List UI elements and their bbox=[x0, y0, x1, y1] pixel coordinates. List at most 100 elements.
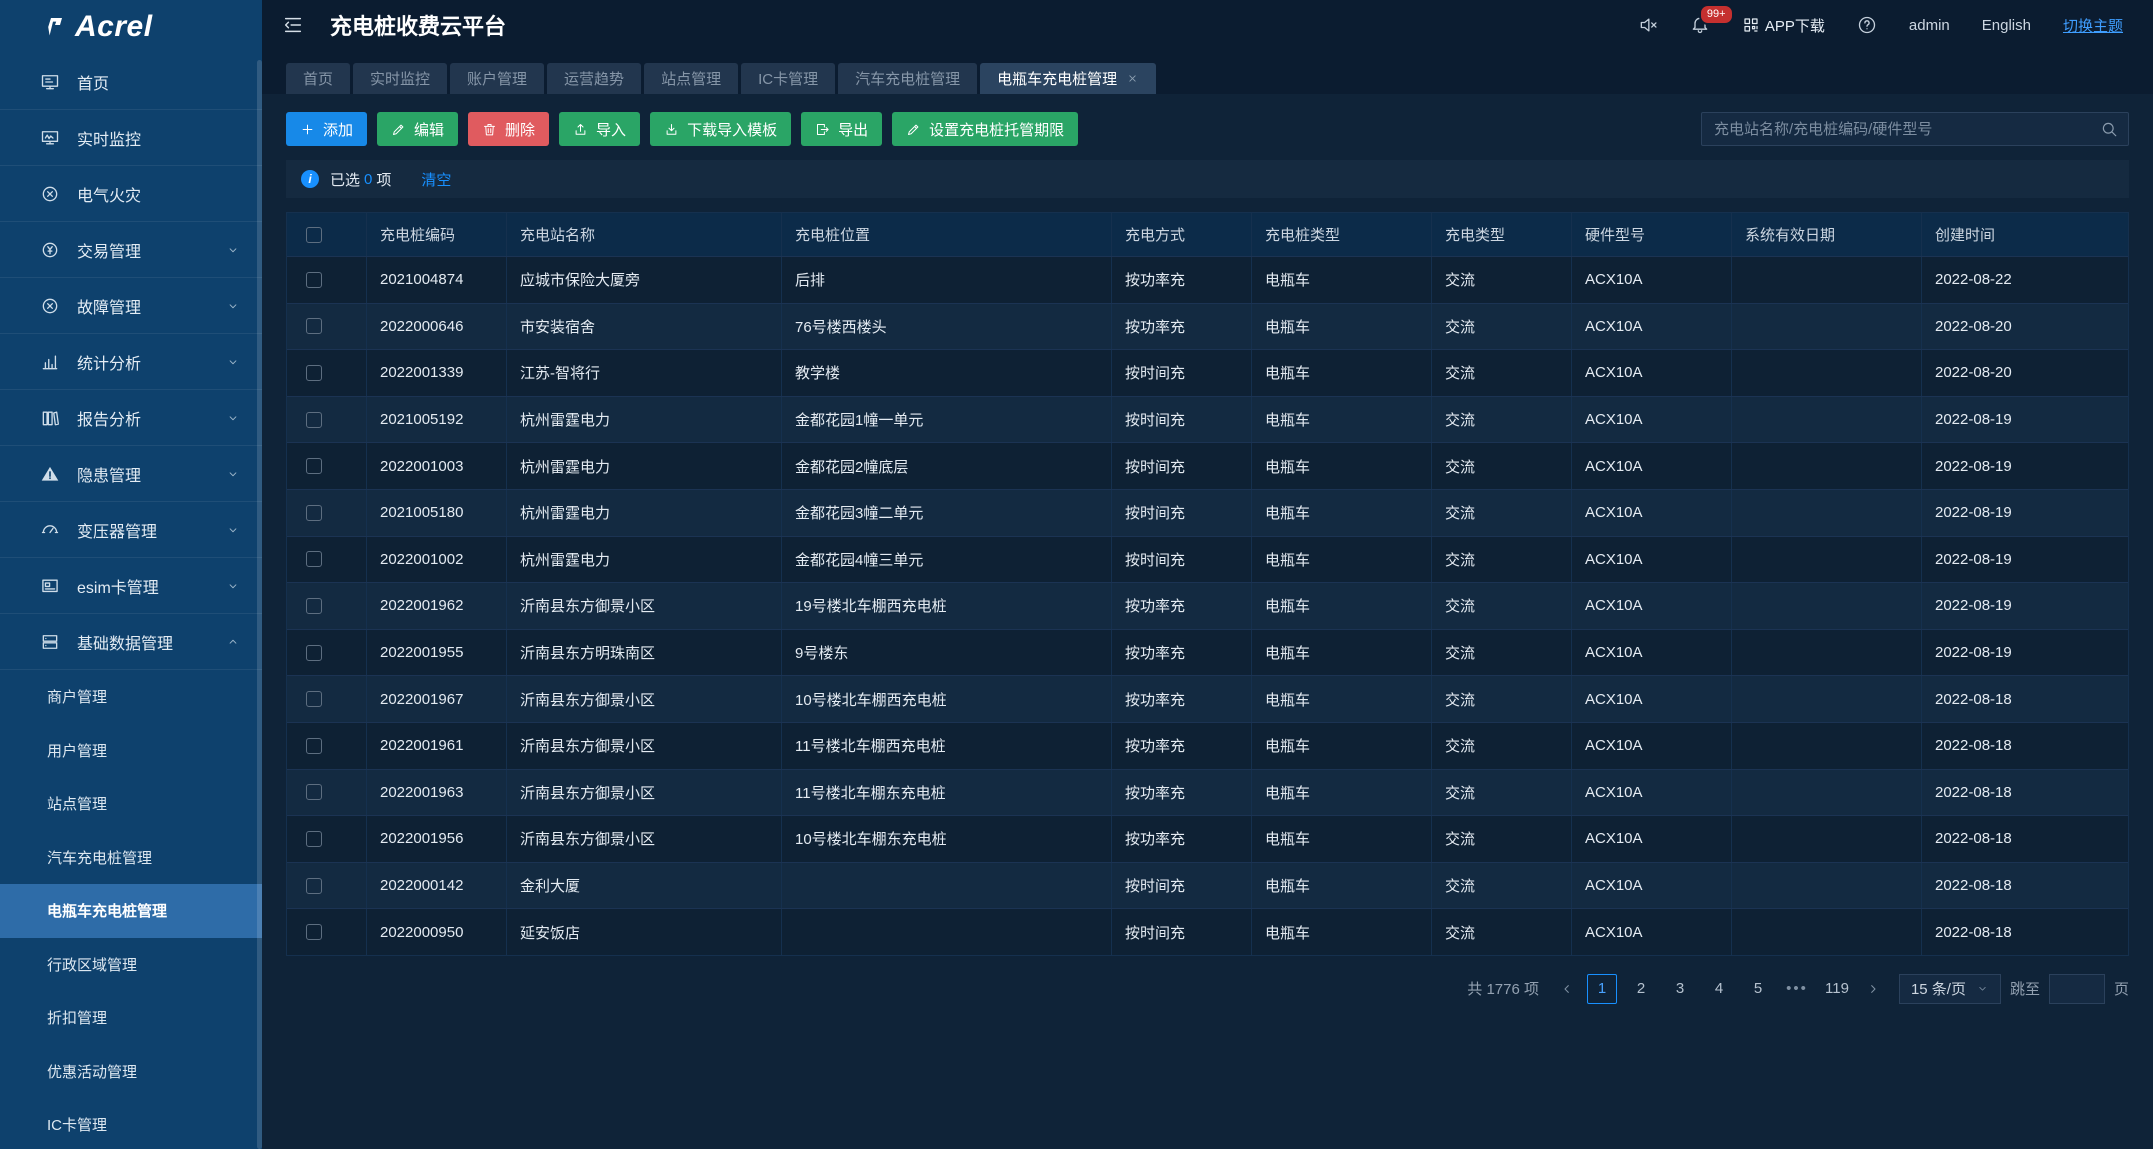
导出-button[interactable]: 导出 bbox=[801, 112, 882, 146]
row-checkbox[interactable] bbox=[306, 784, 322, 800]
导入-button[interactable]: 导入 bbox=[559, 112, 640, 146]
table-cell: 按时间充 bbox=[1112, 909, 1252, 955]
tab-运营趋势[interactable]: 运营趋势 bbox=[547, 63, 641, 94]
table-row[interactable]: 2022001963沂南县东方御景小区11号楼北车棚东充电桩按功率充电瓶车交流A… bbox=[287, 769, 2128, 816]
table-row[interactable]: 2021004874应城市保险大厦旁后排按功率充电瓶车交流ACX10A2022-… bbox=[287, 256, 2128, 303]
table-row[interactable]: 2022001339江苏-智将行教学楼按时间充电瓶车交流ACX10A2022-0… bbox=[287, 349, 2128, 396]
prev-page-button[interactable] bbox=[1556, 981, 1578, 997]
table-row[interactable]: 2022001962沂南县东方御景小区19号楼北车棚西充电桩按功率充电瓶车交流A… bbox=[287, 582, 2128, 629]
table-row[interactable]: 2022000142金利大厦按时间充电瓶车交流ACX10A2022-08-18 bbox=[287, 862, 2128, 909]
row-checkbox[interactable] bbox=[306, 272, 322, 288]
sidebar-subitem[interactable]: 汽车充电桩管理 bbox=[0, 831, 262, 885]
sidebar-item[interactable]: 实时监控 bbox=[0, 110, 262, 166]
sidebar-subitem[interactable]: 优惠活动管理 bbox=[0, 1045, 262, 1099]
sidebar-item[interactable]: 变压器管理 bbox=[0, 502, 262, 558]
clear-selection-link[interactable]: 清空 bbox=[421, 169, 451, 190]
theme-switch-link[interactable]: 切换主题 bbox=[2063, 15, 2123, 36]
table-row[interactable]: 2022001956沂南县东方御景小区10号楼北车棚东充电桩按功率充电瓶车交流A… bbox=[287, 815, 2128, 862]
page-size-select[interactable]: 15 条/页 bbox=[1899, 974, 2001, 1004]
sidebar-subitem[interactable]: IC卡管理 bbox=[0, 1098, 262, 1149]
row-checkbox-cell bbox=[287, 676, 367, 722]
tab-实时监控[interactable]: 实时监控 bbox=[353, 63, 447, 94]
table-cell: 交流 bbox=[1432, 443, 1572, 489]
close-icon[interactable] bbox=[1126, 72, 1139, 85]
sidebar-item[interactable]: 电气火灾 bbox=[0, 166, 262, 222]
sidebar-item[interactable]: 故障管理 bbox=[0, 278, 262, 334]
jump-page-input[interactable] bbox=[2049, 974, 2105, 1004]
table-row[interactable]: 2022001967沂南县东方御景小区10号楼北车棚西充电桩按功率充电瓶车交流A… bbox=[287, 675, 2128, 722]
row-checkbox[interactable] bbox=[306, 505, 322, 521]
app-download-link[interactable]: APP下载 bbox=[1742, 15, 1825, 36]
sidebar-item[interactable]: esim卡管理 bbox=[0, 558, 262, 614]
sidebar-subitem[interactable]: 商户管理 bbox=[0, 670, 262, 724]
删除-button[interactable]: 删除 bbox=[468, 112, 549, 146]
row-checkbox[interactable] bbox=[306, 738, 322, 754]
table-cell: 按时间充 bbox=[1112, 537, 1252, 583]
table-row[interactable]: 2022001961沂南县东方御景小区11号楼北车棚西充电桩按功率充电瓶车交流A… bbox=[287, 722, 2128, 769]
brand-name: Acrel bbox=[75, 10, 153, 44]
tab-汽车充电桩管理[interactable]: 汽车充电桩管理 bbox=[838, 63, 977, 94]
row-checkbox[interactable] bbox=[306, 878, 322, 894]
page-button[interactable]: 3 bbox=[1665, 974, 1695, 1004]
row-checkbox[interactable] bbox=[306, 924, 322, 940]
page-button[interactable]: 5 bbox=[1743, 974, 1773, 1004]
table-cell: 交流 bbox=[1432, 397, 1572, 443]
search-icon[interactable] bbox=[2100, 120, 2118, 138]
table-row[interactable]: 2022001002杭州雷霆电力金都花园4幢三单元按时间充电瓶车交流ACX10A… bbox=[287, 536, 2128, 583]
row-checkbox[interactable] bbox=[306, 831, 322, 847]
sidebar-subitem[interactable]: 折扣管理 bbox=[0, 991, 262, 1045]
page-button[interactable]: 119 bbox=[1821, 974, 1853, 1004]
tab-站点管理[interactable]: 站点管理 bbox=[644, 63, 738, 94]
row-checkbox[interactable] bbox=[306, 318, 322, 334]
row-checkbox[interactable] bbox=[306, 458, 322, 474]
notification-bell[interactable]: 99+ bbox=[1690, 15, 1710, 35]
table-row[interactable]: 2022001955沂南县东方明珠南区9号楼东按功率充电瓶车交流ACX10A20… bbox=[287, 629, 2128, 676]
table-cell: 杭州雷霆电力 bbox=[507, 490, 782, 536]
table-cell: 2022001963 bbox=[367, 770, 507, 816]
sidebar-item[interactable]: 基础数据管理 bbox=[0, 614, 262, 670]
下载导入模板-button[interactable]: 下载导入模板 bbox=[650, 112, 791, 146]
sidebar-item[interactable]: 交易管理 bbox=[0, 222, 262, 278]
sidebar-subitem[interactable]: 站点管理 bbox=[0, 777, 262, 831]
sidebar-item[interactable]: 报告分析 bbox=[0, 390, 262, 446]
table-row[interactable]: 2021005180杭州雷霆电力金都花园3幢二单元按时间充电瓶车交流ACX10A… bbox=[287, 489, 2128, 536]
table-row[interactable]: 2022000646市安装宿舍76号楼西楼头按功率充电瓶车交流ACX10A202… bbox=[287, 303, 2128, 350]
search-input[interactable] bbox=[1701, 112, 2129, 146]
select-all-checkbox[interactable] bbox=[306, 227, 322, 243]
tab-账户管理[interactable]: 账户管理 bbox=[450, 63, 544, 94]
speaker-muted-icon[interactable] bbox=[1638, 15, 1658, 35]
sidebar-subitem[interactable]: 用户管理 bbox=[0, 724, 262, 778]
sidebar-item[interactable]: 统计分析 bbox=[0, 334, 262, 390]
help-icon[interactable] bbox=[1857, 15, 1877, 35]
page-button[interactable]: 1 bbox=[1587, 974, 1617, 1004]
next-page-button[interactable] bbox=[1862, 981, 1884, 997]
row-checkbox[interactable] bbox=[306, 691, 322, 707]
table-cell: ACX10A bbox=[1572, 490, 1732, 536]
sidebar-item[interactable]: 首页 bbox=[0, 54, 262, 110]
page-button[interactable]: 2 bbox=[1626, 974, 1656, 1004]
table-row[interactable]: 2021005192杭州雷霆电力金都花园1幢一单元按时间充电瓶车交流ACX10A… bbox=[287, 396, 2128, 443]
row-checkbox[interactable] bbox=[306, 365, 322, 381]
添加-button[interactable]: 添加 bbox=[286, 112, 367, 146]
sidebar-subitem[interactable]: 行政区域管理 bbox=[0, 938, 262, 992]
sidebar-subitem[interactable]: 电瓶车充电桩管理 bbox=[0, 884, 262, 938]
table-cell: 2022001956 bbox=[367, 816, 507, 862]
table-row[interactable]: 2022000950延安饭店按时间充电瓶车交流ACX10A2022-08-18 bbox=[287, 908, 2128, 955]
设置充电桩托管期限-button[interactable]: 设置充电桩托管期限 bbox=[892, 112, 1078, 146]
tab-IC卡管理[interactable]: IC卡管理 bbox=[741, 63, 835, 94]
table-row[interactable]: 2022001003杭州雷霆电力金都花园2幢底层按时间充电瓶车交流ACX10A2… bbox=[287, 442, 2128, 489]
language-switch[interactable]: English bbox=[1982, 17, 2031, 34]
row-checkbox[interactable] bbox=[306, 551, 322, 567]
menu-fold-icon[interactable] bbox=[282, 14, 304, 36]
编辑-button[interactable]: 编辑 bbox=[377, 112, 458, 146]
tab-电瓶车充电桩管理[interactable]: 电瓶车充电桩管理 bbox=[980, 63, 1156, 94]
row-checkbox-cell bbox=[287, 583, 367, 629]
tab-首页[interactable]: 首页 bbox=[286, 63, 350, 94]
row-checkbox[interactable] bbox=[306, 412, 322, 428]
row-checkbox[interactable] bbox=[306, 645, 322, 661]
sidebar-item[interactable]: 隐患管理 bbox=[0, 446, 262, 502]
row-checkbox[interactable] bbox=[306, 598, 322, 614]
username[interactable]: admin bbox=[1909, 17, 1950, 34]
page-button[interactable]: 4 bbox=[1704, 974, 1734, 1004]
transformer-icon bbox=[40, 520, 60, 540]
